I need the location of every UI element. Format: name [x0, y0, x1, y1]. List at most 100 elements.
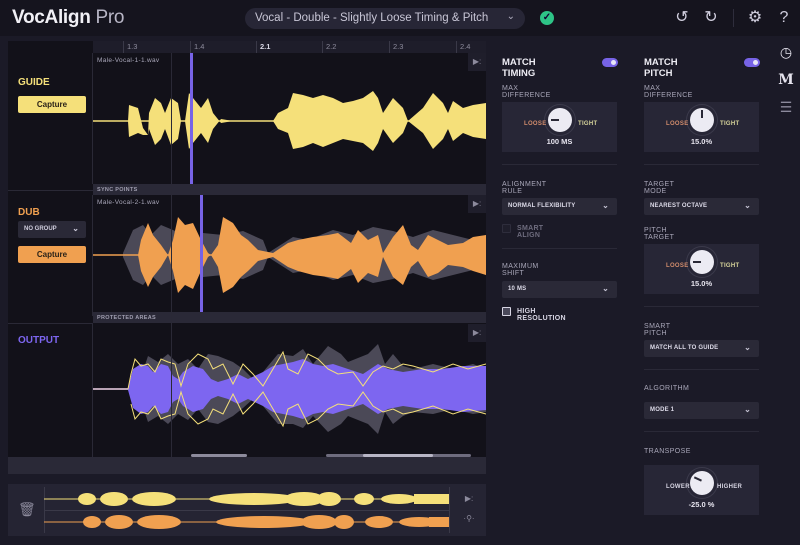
timeline-ruler[interactable]: 1.3 1.4 2.1 2.2 2.3 2.4 [93, 41, 486, 53]
preset-label: Vocal - Double - Slightly Loose Timing &… [255, 12, 489, 24]
check-circle-icon: ✓ [540, 11, 554, 25]
dub-lane[interactable]: Male-Vocal-2-1.wav ▶: [93, 195, 486, 312]
section-divider [502, 164, 617, 165]
track-separator [8, 190, 93, 191]
zoom-icon[interactable]: ·⚲· [460, 514, 478, 528]
knob-value: 15.0% [690, 137, 713, 146]
guide-waveform [93, 91, 486, 151]
target-mode-value: NEAREST OCTAVE [650, 203, 708, 209]
maximum-shift-label: MAXIMUM SHIFT [502, 263, 539, 277]
protected-areas-strip[interactable]: PROTECTED AREAS [93, 312, 486, 323]
section-divider [644, 369, 759, 370]
gear-icon[interactable]: ⚙ [745, 8, 765, 28]
target-mode-dropdown[interactable]: NEAREST OCTAVE ⌄ [644, 198, 759, 215]
group-dropdown[interactable]: NO GROUP ⌄ [18, 221, 86, 238]
group-value: NO GROUP [24, 226, 57, 232]
maximum-shift-value: 10 MS [508, 286, 527, 292]
knob-loose-label: LOOSE [666, 263, 689, 269]
high-resolution-checkbox[interactable] [502, 307, 511, 316]
smart-pitch-value: MATCH ALL TO GUIDE [650, 345, 719, 351]
chevron-down-icon: ⌄ [602, 284, 609, 293]
horizontal-scroll-area[interactable] [8, 454, 486, 474]
knob-tight-label: TIGHT [578, 121, 598, 127]
scrollbar-thumb[interactable] [363, 454, 433, 457]
sliders-icon[interactable]: ☰ [776, 97, 796, 117]
redo-icon[interactable]: ↻ [701, 8, 721, 28]
knob-value: 15.0% [690, 279, 713, 288]
dub-waveform [93, 217, 486, 293]
bar-line [171, 53, 172, 457]
alignment-rule-dropdown[interactable]: NORMAL FLEXIBILITY ⌄ [502, 198, 617, 215]
overview-dub-lane[interactable] [44, 511, 449, 533]
algorithm-dropdown[interactable]: MODE 1 ⌄ [644, 402, 759, 419]
overview-divider [449, 487, 450, 533]
smart-pitch-dropdown[interactable]: MATCH ALL TO GUIDE ⌄ [644, 340, 759, 357]
match-timing-toggle[interactable] [602, 58, 618, 67]
help-icon[interactable]: ? [774, 8, 794, 28]
clock-icon[interactable]: ◷ [776, 42, 796, 62]
smart-align-checkbox[interactable] [502, 224, 511, 233]
ruler-tick: 2.4 [456, 41, 470, 53]
ruler-tick: 1.3 [123, 41, 137, 53]
transpose-knob[interactable] [690, 471, 714, 495]
trash-icon[interactable]: 🗑 [18, 501, 36, 519]
pitch-target-knob[interactable] [690, 250, 714, 274]
transpose-knob-box: LOWER HIGHER -25.0 % [644, 465, 759, 515]
knob-tight-label: TIGHT [720, 121, 740, 127]
undo-icon[interactable]: ↺ [672, 8, 692, 28]
smart-pitch-label: SMART PITCH [644, 323, 671, 337]
section-divider [644, 431, 759, 432]
knob-higher-label: HIGHER [717, 484, 743, 490]
match-pitch-toggle[interactable] [744, 58, 760, 67]
knob-tight-label: TIGHT [720, 263, 740, 269]
max-difference-label: MAX DIFFERENCE [644, 85, 693, 99]
toolbar-divider [733, 9, 734, 27]
dub-capture-button[interactable]: Capture [18, 246, 86, 263]
chevron-down-icon: ⌄ [72, 224, 79, 233]
alignment-rule-label: ALIGNMENT RULE [502, 181, 547, 195]
chevron-down-icon: ⌄ [744, 343, 751, 352]
chevron-down-icon: ⌄ [602, 201, 609, 210]
smart-align-label: SMART ALIGN [517, 225, 544, 239]
timing-max-difference-knob-box: LOOSE TIGHT 100 MS [502, 102, 617, 152]
ruler-tick: 2.2 [322, 41, 336, 53]
waveform-m-icon[interactable]: M [776, 70, 796, 90]
output-label: OUTPUT [18, 335, 60, 346]
pitch-max-difference-knob[interactable] [690, 108, 714, 132]
playhead-guide[interactable] [190, 53, 193, 184]
knob-indicator [551, 119, 559, 121]
match-timing-title: MATCH TIMING [502, 57, 536, 79]
sync-points-strip[interactable]: SYNC POINTS [93, 184, 486, 195]
knob-indicator [694, 476, 702, 482]
preset-dropdown[interactable]: Vocal - Double - Slightly Loose Timing &… [245, 8, 525, 29]
ruler-tick: 2.1 [256, 41, 270, 53]
knob-indicator [701, 110, 703, 118]
playhead-dub[interactable] [200, 195, 203, 312]
guide-capture-button[interactable]: Capture [18, 96, 86, 113]
dub-track-header: DUB NO GROUP ⌄ Capture [8, 195, 93, 316]
knob-loose-label: LOOSE [524, 121, 547, 127]
overview-panel: 🗑 ▶: ·⚲· [8, 484, 486, 536]
overview-guide-lane[interactable] [44, 488, 449, 510]
section-divider [644, 306, 759, 307]
knob-loose-label: LOOSE [666, 121, 689, 127]
app-edition: Pro [95, 7, 125, 28]
transpose-label: TRANSPOSE [644, 448, 691, 455]
algorithm-value: MODE 1 [650, 407, 675, 413]
chevron-down-icon: ⌄ [744, 201, 751, 210]
sync-tool-icon[interactable]: ▶: [460, 494, 478, 508]
guide-lane[interactable]: Male-Vocal-1-1.wav ▶: [93, 53, 486, 184]
guide-label: GUIDE [18, 77, 50, 88]
section-divider [502, 248, 617, 249]
dub-label: DUB [18, 207, 40, 218]
top-bar: VocAlign Pro Vocal - Double - Slightly L… [0, 0, 800, 36]
timing-max-difference-knob[interactable] [548, 108, 572, 132]
chevron-down-icon: ⌄ [744, 405, 751, 414]
output-lane[interactable]: ▶: [93, 324, 486, 457]
ruler-tick: 1.4 [190, 41, 204, 53]
app-name: VocAlign [12, 7, 91, 28]
overview-guide-waveform [44, 492, 449, 506]
scrollbar-thumb-left[interactable] [191, 454, 247, 457]
maximum-shift-dropdown[interactable]: 10 MS ⌄ [502, 281, 617, 298]
pitch-target-knob-box: LOOSE TIGHT 15.0% [644, 244, 759, 294]
